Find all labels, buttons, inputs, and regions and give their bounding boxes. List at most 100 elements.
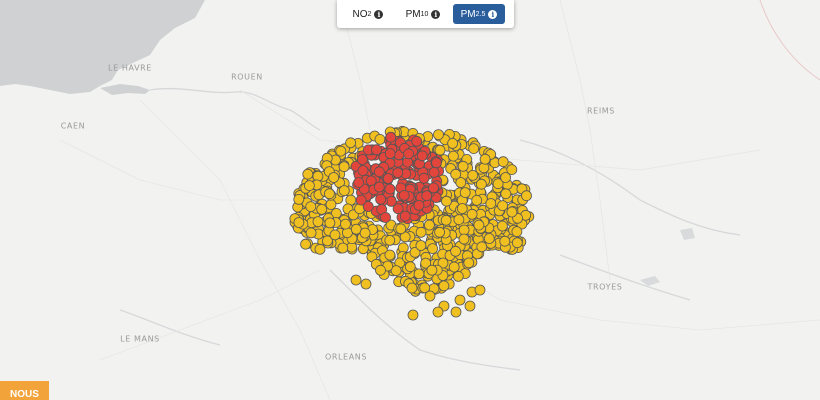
station-marker[interactable]: [459, 187, 471, 199]
station-marker[interactable]: [353, 177, 365, 188]
station-marker[interactable]: [506, 206, 518, 218]
station-marker[interactable]: [413, 199, 425, 211]
station-marker[interactable]: [338, 161, 350, 173]
station-marker[interactable]: [312, 216, 324, 228]
station-marker[interactable]: [411, 135, 423, 147]
station-marker[interactable]: [467, 169, 479, 181]
station-marker[interactable]: [337, 242, 349, 254]
station-marker[interactable]: [384, 249, 396, 261]
station-marker[interactable]: [428, 166, 440, 178]
station-marker[interactable]: [453, 214, 465, 226]
station-marker[interactable]: [497, 156, 509, 168]
station-marker[interactable]: [447, 150, 459, 162]
tab-no2[interactable]: NO 2 i: [342, 4, 394, 24]
station-marker[interactable]: [382, 173, 394, 184]
station-marker[interactable]: [392, 167, 404, 179]
station-marker[interactable]: [457, 160, 469, 172]
station-marker[interactable]: [384, 148, 396, 159]
station-marker[interactable]: [293, 217, 305, 228]
station-marker[interactable]: [476, 241, 488, 253]
station-marker[interactable]: [316, 203, 328, 215]
station-marker[interactable]: [475, 178, 487, 190]
station-marker[interactable]: [434, 226, 446, 238]
station-marker[interactable]: [371, 144, 382, 156]
station-marker[interactable]: [432, 306, 444, 318]
station-marker[interactable]: [329, 229, 341, 241]
station-marker[interactable]: [384, 183, 396, 195]
station-marker[interactable]: [452, 270, 464, 282]
station-marker[interactable]: [415, 240, 427, 251]
station-marker[interactable]: [340, 218, 351, 230]
nous-button[interactable]: NOUS: [0, 381, 49, 400]
station-marker[interactable]: [454, 294, 466, 306]
station-marker[interactable]: [392, 203, 404, 215]
station-marker[interactable]: [450, 306, 462, 318]
station-marker[interactable]: [521, 190, 532, 202]
station-marker[interactable]: [441, 195, 452, 207]
station-marker[interactable]: [424, 290, 436, 302]
station-marker[interactable]: [325, 199, 337, 210]
station-marker[interactable]: [374, 133, 386, 145]
station-marker[interactable]: [434, 144, 446, 156]
station-marker[interactable]: [485, 198, 497, 209]
station-marker[interactable]: [450, 168, 462, 180]
station-marker[interactable]: [413, 268, 425, 280]
station-marker[interactable]: [499, 235, 511, 247]
station-marker[interactable]: [335, 145, 347, 157]
station-marker[interactable]: [303, 180, 315, 192]
tab-pm10[interactable]: PM 10 i: [397, 4, 449, 24]
station-marker[interactable]: [496, 220, 508, 232]
station-marker[interactable]: [440, 214, 452, 226]
station-marker[interactable]: [323, 188, 335, 200]
station-marker[interactable]: [404, 261, 416, 273]
station-marker[interactable]: [464, 300, 476, 312]
station-marker[interactable]: [360, 278, 372, 290]
station-marker[interactable]: [456, 203, 468, 214]
station-marker[interactable]: [305, 201, 317, 213]
station-marker[interactable]: [471, 194, 483, 206]
station-marker[interactable]: [373, 166, 385, 178]
station-marker[interactable]: [483, 233, 495, 244]
station-marker[interactable]: [511, 226, 523, 238]
station-marker[interactable]: [500, 172, 512, 183]
station-marker[interactable]: [474, 284, 486, 296]
station-marker[interactable]: [458, 233, 470, 245]
station-marker[interactable]: [406, 282, 418, 294]
station-marker[interactable]: [293, 193, 305, 205]
station-marker[interactable]: [300, 238, 312, 250]
station-marker[interactable]: [338, 185, 350, 197]
station-marker[interactable]: [345, 137, 357, 149]
station-marker[interactable]: [421, 190, 433, 202]
station-marker[interactable]: [375, 193, 387, 205]
station-marker[interactable]: [395, 223, 407, 235]
station-marker[interactable]: [403, 148, 415, 160]
info-icon[interactable]: i: [488, 9, 498, 19]
station-marker[interactable]: [355, 194, 367, 206]
station-marker[interactable]: [479, 153, 491, 165]
station-marker[interactable]: [448, 261, 460, 273]
station-marker[interactable]: [418, 172, 430, 184]
station-marker[interactable]: [426, 264, 438, 276]
station-marker[interactable]: [398, 189, 410, 201]
station-marker[interactable]: [407, 309, 419, 321]
station-marker[interactable]: [302, 168, 314, 180]
station-marker[interactable]: [468, 143, 480, 155]
station-marker[interactable]: [433, 129, 444, 141]
station-marker[interactable]: [463, 257, 475, 269]
station-marker[interactable]: [415, 226, 427, 238]
station-marker[interactable]: [428, 182, 439, 194]
station-marker[interactable]: [450, 245, 462, 257]
station-marker[interactable]: [416, 150, 428, 162]
station-marker[interactable]: [305, 227, 317, 239]
station-marker[interactable]: [375, 264, 386, 276]
station-marker[interactable]: [357, 165, 369, 177]
station-marker[interactable]: [497, 200, 509, 212]
station-marker[interactable]: [328, 172, 340, 183]
info-icon[interactable]: i: [431, 9, 441, 19]
station-marker[interactable]: [324, 217, 336, 229]
station-marker[interactable]: [447, 137, 459, 149]
station-marker[interactable]: [511, 237, 523, 249]
station-marker[interactable]: [384, 234, 396, 246]
station-marker[interactable]: [373, 181, 385, 193]
station-marker[interactable]: [431, 157, 442, 169]
